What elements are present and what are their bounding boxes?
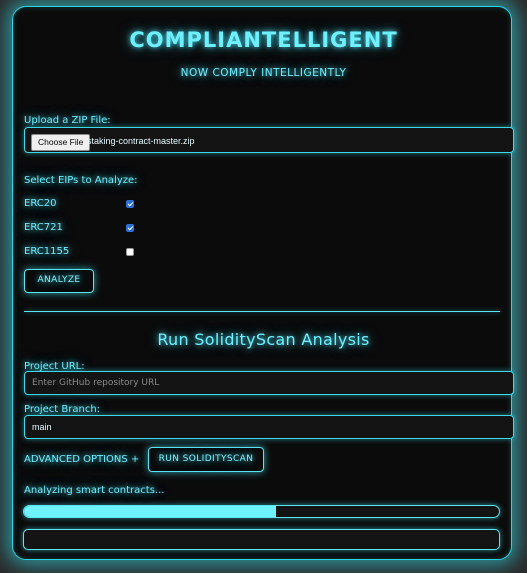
- project-url-placeholder: Enter GitHub repository URL: [32, 378, 160, 388]
- output-box: [23, 529, 500, 550]
- selected-file-name: staking-contract-master.zip: [87, 136, 195, 146]
- advanced-options-toggle[interactable]: ADVANCED OPTIONS +: [24, 454, 139, 465]
- project-branch-label: Project Branch:: [24, 404, 101, 415]
- upload-label: Upload a ZIP File:: [24, 115, 111, 126]
- erc1155-checkbox[interactable]: [126, 248, 134, 256]
- progress-bar-fill: [24, 506, 276, 517]
- erc721-checkbox[interactable]: [126, 224, 134, 232]
- progress-bar: [23, 505, 500, 518]
- choose-file-button[interactable]: Choose File: [31, 134, 91, 151]
- file-upload-field[interactable]: Choose File staking-contract-master.zip: [24, 127, 514, 153]
- erc20-checkbox[interactable]: [126, 200, 134, 208]
- app-subtitle: NOW COMPLY INTELLIGENTLY: [180, 67, 347, 79]
- project-branch-input[interactable]: main: [24, 415, 514, 439]
- app-title: COMPLIANTELLIGENT: [129, 28, 398, 52]
- run-solidityscan-button[interactable]: RUN SOLIDITYSCAN: [148, 447, 264, 472]
- section-divider: [24, 311, 500, 312]
- project-branch-value: main: [32, 422, 52, 432]
- eip-label-erc1155: ERC1155: [24, 246, 70, 257]
- status-text: Analyzing smart contracts...: [24, 485, 165, 496]
- eips-label: Select EIPs to Analyze:: [24, 175, 138, 186]
- project-url-input[interactable]: Enter GitHub repository URL: [24, 371, 514, 395]
- eip-label-erc20: ERC20: [24, 198, 57, 209]
- eip-label-erc721: ERC721: [24, 222, 63, 233]
- solidityscan-title: Run SolidityScan Analysis: [157, 330, 370, 349]
- analyze-button[interactable]: ANALYZE: [24, 269, 94, 293]
